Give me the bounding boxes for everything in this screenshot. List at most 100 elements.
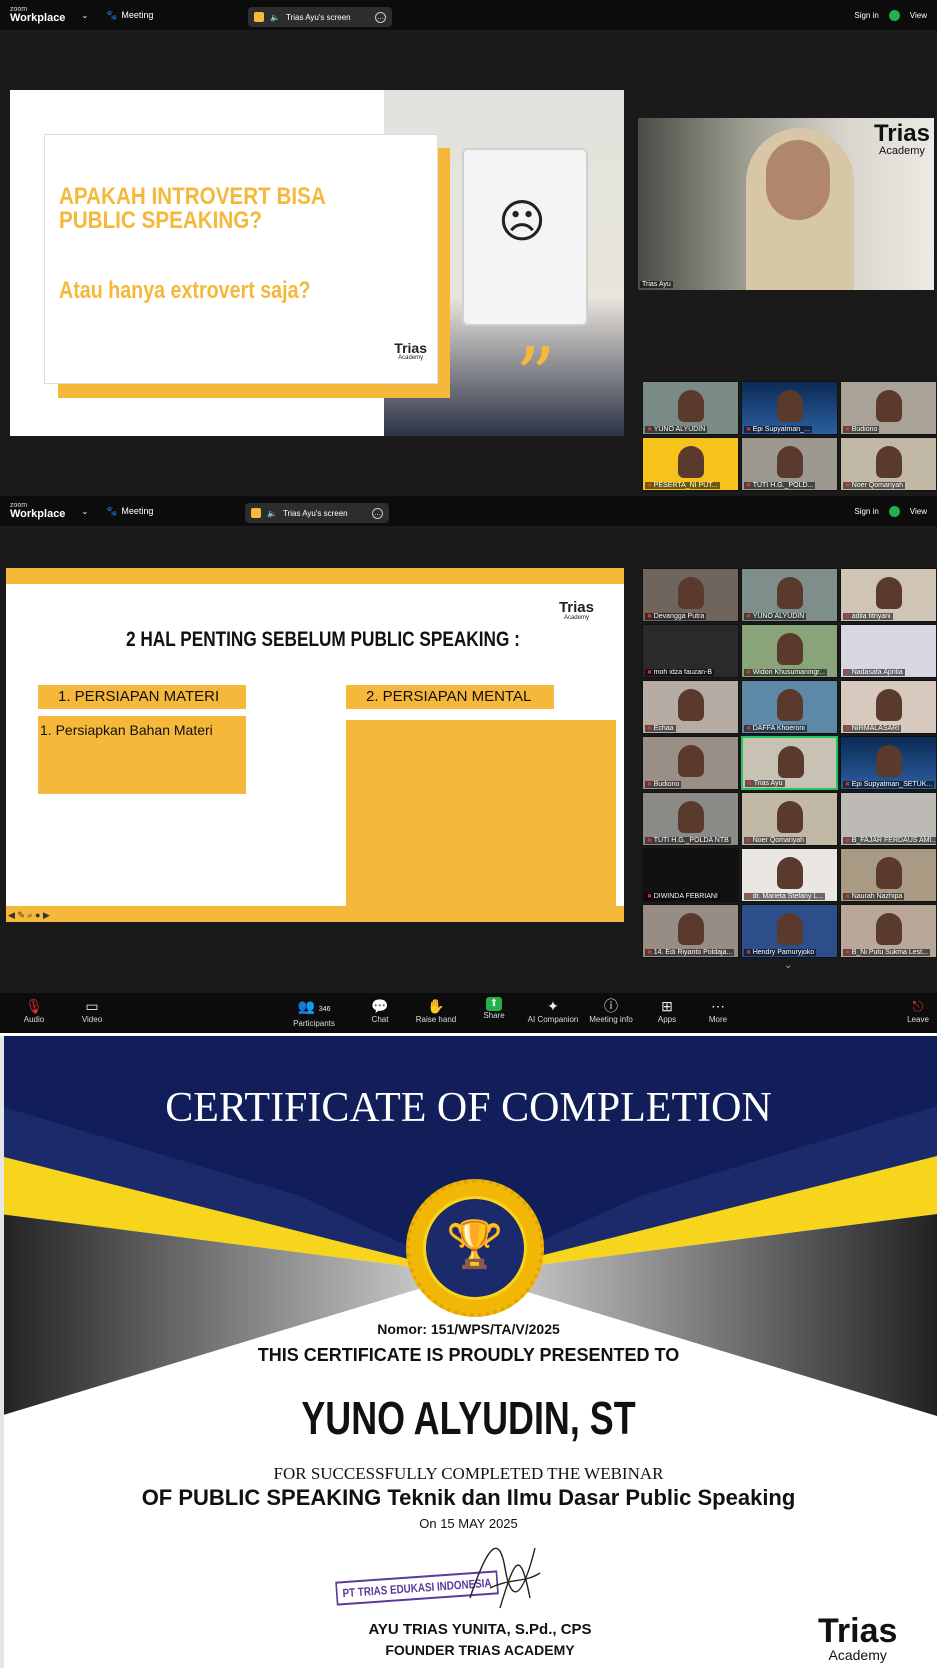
video-tile[interactable]: Nadasafa Aprilia [840, 624, 937, 678]
more-icon[interactable]: … [375, 11, 386, 23]
video-button[interactable]: ▭ Video [62, 997, 122, 1024]
chevron-down-icon[interactable]: ⌄ [81, 507, 88, 516]
speaker-name-label: Trias Ayu [640, 281, 673, 288]
video-tile[interactable]: 14. Edi Riyanto Poldaja... [642, 904, 739, 958]
recipient-name: YUNO ALYUDIN, ST [301, 1392, 636, 1444]
video-tile[interactable]: Echaa [642, 680, 739, 734]
participants-icon: 👥 346 [297, 998, 331, 1014]
raise-hand-button[interactable]: ✋ Raise hand [406, 997, 466, 1024]
view-button[interactable]: View [910, 11, 927, 20]
video-tile[interactable]: Devangga Putra [642, 568, 739, 622]
mental-header: 2. PERSIAPAN MENTAL [346, 685, 554, 709]
signer-role: FOUNDER TRIAS ACADEMY [385, 1642, 575, 1658]
materi-box: 1. Persiapkan Bahan Materi [38, 716, 246, 794]
video-tile[interactable]: Noer Qomariyah [741, 792, 838, 846]
active-speaker-tile[interactable]: Trias Ayu [741, 736, 838, 790]
video-tile[interactable]: Hendry Pamuryjoko [741, 904, 838, 958]
video-tile[interactable]: Epi Supyatman_SETUK... [840, 736, 937, 790]
video-tile[interactable]: DAFFA Khoeroni [741, 680, 838, 734]
slide-top-band [6, 568, 624, 584]
meeting-menu[interactable]: 🐾 Meeting [106, 506, 153, 517]
paw-icon: 🐾 [106, 9, 118, 20]
speaker-icon: 🔈 [267, 508, 277, 518]
annotation-tools[interactable]: ◀ ✎ ⌕ ● ▶ [8, 910, 50, 921]
signer-name: AYU TRIAS YUNITA, S.Pd., CPS [368, 1621, 592, 1638]
video-tile[interactable]: Widori Khusumaningr... [741, 624, 838, 678]
more-icon[interactable]: … [372, 507, 383, 519]
shared-slide-1: ☹ ” APAKAH INTROVERT BISA PUBLIC SPEAKIN… [10, 90, 624, 436]
certificate-title: CERTIFICATE OF COMPLETION [165, 1085, 772, 1131]
security-shield-icon[interactable] [888, 9, 900, 21]
video-tile[interactable]: Epi Supyatman_... [741, 381, 838, 435]
video-tile[interactable]: PESERTA_NI PUT... [642, 437, 739, 491]
zoom-window-1: zoom Workplace ⌄ 🐾 Meeting 🔈 Trias Ayu's… [0, 0, 937, 496]
materi-header: 1. PERSIAPAN MATERI [38, 685, 246, 709]
speaker-icon: 🔈 [270, 12, 280, 22]
info-icon: ⓘ [604, 998, 618, 1014]
sign-in-link[interactable]: Sign in [854, 507, 878, 516]
zoom-brand: zoom Workplace [10, 502, 66, 520]
sign-in-link[interactable]: Sign in [854, 11, 878, 20]
certificate: CERTIFICATE OF COMPLETION 🏆 Nomor: 151/W… [0, 1036, 937, 1668]
trophy-icon: 🏆 [446, 1218, 504, 1270]
camera-icon: ▭ [85, 998, 99, 1014]
trophy-medal: 🏆 [406, 1179, 544, 1317]
share-button[interactable]: ⬆ Share [464, 997, 524, 1020]
certificate-line2: OF PUBLIC SPEAKING Teknik dan Ilmu Dasar… [141, 1485, 796, 1510]
ai-companion-button[interactable]: ✦ AI Companion [523, 997, 583, 1024]
slide-title: 2 HAL PENTING SEBELUM PUBLIC SPEAKING : [126, 628, 520, 651]
video-tile[interactable]: Budiono [642, 736, 739, 790]
gallery-grid-2: Devangga Putra YUNO ALYUDIN adila fitriy… [642, 568, 937, 958]
gallery-strip-1: YUNO ALYUDIN Epi Supyatman_... Budiono P… [642, 381, 937, 493]
video-tile[interactable]: Noer Qomariyah [840, 437, 937, 491]
video-tile[interactable]: moh idza fauzan-B [642, 624, 739, 678]
gallery-scroll-chevron-icon[interactable]: ⌄ [784, 960, 792, 971]
certificate-line1: FOR SUCCESSFULLY COMPLETED THE WEBINAR [273, 1464, 664, 1483]
screen-share-pill[interactable]: 🔈 Trias Ayu's screen … [248, 7, 392, 27]
zoom-top-bar: zoom Workplace ⌄ 🐾 Meeting 🔈 Trias Ayu's… [0, 496, 937, 526]
video-tile[interactable]: DIWINDA FEBRIANI [642, 848, 739, 902]
speaker-face [766, 140, 830, 220]
video-tile[interactable]: TUTI H.G._POLD... [741, 437, 838, 491]
speaker-video[interactable]: Trias Academy Trias Ayu [638, 118, 934, 290]
video-tile[interactable]: B_Ni Putu Sukma Lest... [840, 904, 937, 958]
mental-box [346, 720, 616, 906]
meeting-info-button[interactable]: ⓘ Meeting info [581, 997, 641, 1024]
share-screen-icon: ⬆ [486, 997, 502, 1011]
chevron-down-icon[interactable]: ⌄ [81, 11, 88, 20]
top-right-tools: Sign in View [854, 496, 927, 526]
video-tile[interactable]: YUNO ALYUDIN [741, 568, 838, 622]
materi-item: 1. Persiapkan Bahan Materi [40, 722, 213, 738]
video-tile[interactable]: YUNO ALYUDIN [642, 381, 739, 435]
audio-button[interactable]: 🎙 Audio [4, 997, 64, 1024]
paw-icon: 🐾 [106, 505, 118, 516]
leave-button[interactable]: ⎋ Leave [888, 997, 937, 1024]
chat-button[interactable]: 💬 Chat [350, 997, 410, 1024]
video-tile[interactable]: dr. Marieta Stefany L... [741, 848, 838, 902]
slide-heading: APAKAH INTROVERT BISA PUBLIC SPEAKING? [59, 183, 326, 234]
apps-icon: ⊞ [661, 998, 673, 1014]
certificate-number: Nomor: 151/WPS/TA/V/2025 [377, 1321, 560, 1337]
slide-tablet: ☹ [462, 148, 588, 326]
video-tile[interactable]: B_FAJAR FERDAUS AMI... [840, 792, 937, 846]
screen-share-pill[interactable]: 🔈 Trias Ayu's screen … [245, 503, 389, 523]
video-tile[interactable]: Budiono [840, 381, 937, 435]
slide-card: APAKAH INTROVERT BISA PUBLIC SPEAKING? A… [44, 134, 438, 384]
slide-quote-mark: ” [515, 330, 556, 423]
video-tile[interactable]: NIRMALASARI [840, 680, 937, 734]
sparkle-icon: ✦ [547, 998, 559, 1014]
leave-icon: ⎋ [912, 998, 924, 1014]
video-tile[interactable]: TUTI H.G._POLDA NTB [642, 792, 739, 846]
hand-icon: ✋ [427, 998, 445, 1014]
shared-slide-2: Trias Academy 2 HAL PENTING SEBELUM PUBL… [6, 568, 624, 922]
security-shield-icon[interactable] [888, 505, 900, 517]
participants-button[interactable]: 👥 346 Participants [284, 997, 344, 1028]
signature-image [469, 1547, 541, 1609]
video-tile[interactable]: adila fitriyani [840, 568, 937, 622]
more-button[interactable]: ⋯ More [688, 997, 748, 1024]
video-tile[interactable]: Naurah Nazhipa [840, 848, 937, 902]
view-button[interactable]: View [910, 507, 927, 516]
share-icon [254, 12, 264, 22]
meeting-menu[interactable]: 🐾 Meeting [106, 10, 153, 21]
trias-logo: Trias Academy [558, 599, 594, 621]
